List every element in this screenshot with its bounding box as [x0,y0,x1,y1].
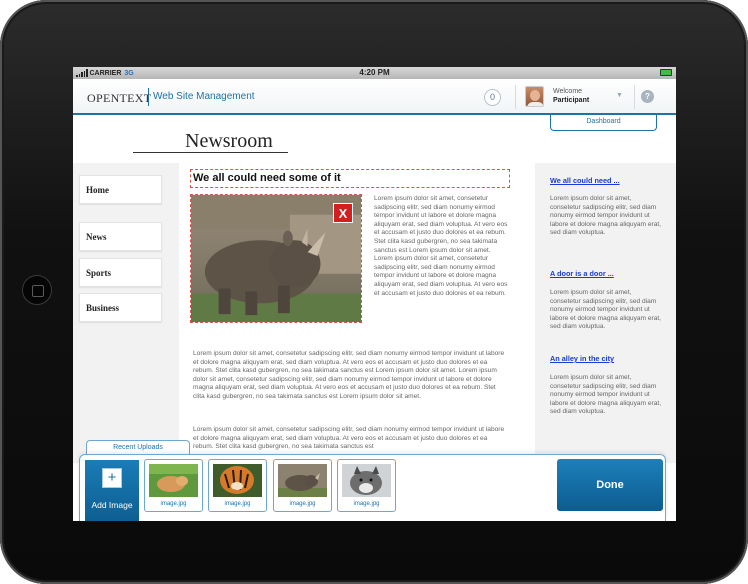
header-divider [634,85,635,109]
sidebar-teaser-text: Lorem ipsum dolor sit amet, consetetur s… [550,195,662,237]
app-screen: CARRIER 3G 4:20 PM OPENTEXT Web Site Man… [73,67,676,521]
nav-item-business[interactable]: Business [79,293,162,322]
upload-thumbnail[interactable]: image.jpg [208,459,267,512]
app-name: Web Site Management [153,91,255,102]
app-header: OPENTEXT Web Site Management 0 Welcome P… [73,79,676,115]
help-icon[interactable]: ? [641,90,654,103]
add-image-label: Add Image [91,500,133,510]
status-bar: CARRIER 3G 4:20 PM [73,67,676,79]
header-divider [515,85,516,109]
sidebar-link[interactable]: A door is a door ... [550,269,614,278]
notification-count-badge[interactable]: 0 [484,89,501,106]
sidebar-link[interactable]: An alley in the city [550,354,614,363]
article-image[interactable]: X [190,194,362,323]
ipad-frame: CARRIER 3G 4:20 PM OPENTEXT Web Site Man… [0,0,748,584]
thumbnail-caption: image.jpg [160,501,187,507]
chevron-down-icon[interactable]: ▼ [616,92,623,99]
done-button[interactable]: Done [557,459,663,511]
add-image-button[interactable]: + Add Image [85,460,139,521]
thumbnail-caption: image.jpg [353,501,380,507]
opentext-logo: OPENTEXT [87,91,152,105]
recent-uploads-tab[interactable]: Recent Uploads [86,440,190,455]
nav-item-home[interactable]: Home [79,175,162,204]
article-paragraph: Lorem ipsum dolor sit amet, consetetur s… [193,426,505,451]
home-button[interactable] [22,275,52,305]
wolf-image [342,464,391,497]
nav-item-sports[interactable]: Sports [79,258,162,287]
sidebar-teaser-text: Lorem ipsum dolor sit amet, consetetur s… [550,374,662,416]
upload-thumbnail[interactable]: image.jpg [337,459,396,512]
logo-divider [148,88,149,106]
battery-icon [660,69,672,76]
avatar [525,86,544,107]
user-name[interactable]: Participant [553,97,589,104]
hamster-image [149,464,198,497]
upload-thumbnail[interactable]: image.jpg [273,459,332,512]
page-title: Newsroom [185,130,273,152]
article-side-paragraph: Lorem ipsum dolor sit amet, consetetur s… [374,195,508,297]
article-paragraph: Lorem ipsum dolor sit amet, consetetur s… [193,350,505,400]
upload-thumbnail[interactable]: image.jpg [144,459,203,512]
title-underline [133,152,288,153]
tiger-image [213,464,262,497]
nav-item-news[interactable]: News [79,222,162,251]
article-headline[interactable]: We all could need some of it [190,169,510,188]
dashboard-tab[interactable]: Dashboard [550,115,657,131]
welcome-label: Welcome [553,88,583,95]
thumbnail-caption: image.jpg [289,501,316,507]
sidebar-teaser-text: Lorem ipsum dolor sit amet, consetetur s… [550,289,662,331]
plus-icon: + [102,468,122,488]
sidebar-link[interactable]: We all could need ... [550,176,620,185]
clock: 4:20 PM [359,68,390,77]
close-icon[interactable]: X [333,203,353,223]
rhino-thumbnail-image [278,464,327,497]
thumbnail-caption: image.jpg [224,501,251,507]
